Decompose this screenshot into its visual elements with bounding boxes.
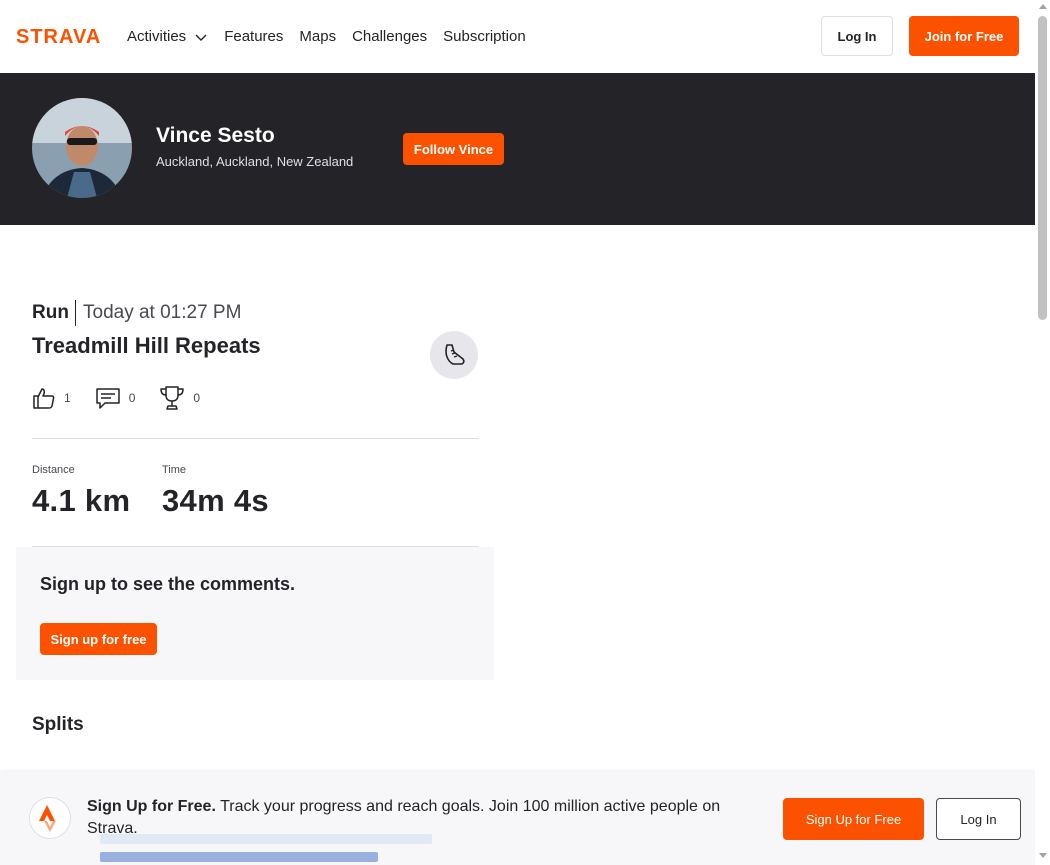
comments-signup-panel: Sign up to see the comments. Sign up for… bbox=[16, 547, 494, 680]
nav-item-activities[interactable]: Activities bbox=[127, 28, 208, 45]
divider bbox=[75, 300, 76, 326]
comments-button[interactable]: 0 bbox=[95, 386, 136, 410]
activity-type: Run bbox=[32, 302, 69, 323]
achievements-button[interactable]: 0 bbox=[159, 385, 200, 411]
nav-item-label: Features bbox=[224, 28, 284, 45]
banner-login-button[interactable]: Log In bbox=[936, 798, 1021, 840]
chevron-down-icon bbox=[195, 34, 207, 41]
join-for-free-button[interactable]: Join for Free bbox=[909, 16, 1019, 56]
athlete-banner: Vince Sesto Auckland, Auckland, New Zeal… bbox=[0, 73, 1035, 225]
splits-heading: Splits bbox=[32, 714, 84, 735]
sport-type-badge bbox=[430, 331, 478, 379]
comments-count: 0 bbox=[128, 391, 136, 405]
divider bbox=[32, 438, 479, 439]
svg-text:STRAVA: STRAVA bbox=[16, 26, 101, 46]
strava-chevron-icon bbox=[39, 805, 56, 832]
page-scrollbar[interactable] bbox=[1035, 0, 1050, 865]
activity-social-row: 1 0 0 bbox=[32, 384, 224, 412]
athlete-location: Auckland, Auckland, New Zealand bbox=[156, 154, 354, 169]
activity-title: Treadmill Hill Repeats bbox=[32, 333, 261, 358]
scroll-up-arrow-icon[interactable] bbox=[1039, 4, 1047, 9]
time-value: 34m 4s bbox=[162, 483, 269, 518]
trophy-icon bbox=[160, 386, 185, 410]
nav-item-label: Subscription bbox=[443, 28, 526, 45]
time-label: Time bbox=[162, 464, 187, 476]
running-shoe-icon bbox=[445, 344, 465, 365]
strava-logo[interactable]: STRAVA bbox=[16, 26, 112, 46]
distance-label: Distance bbox=[32, 464, 75, 476]
strava-icon bbox=[29, 797, 71, 839]
avatar[interactable] bbox=[32, 98, 132, 198]
nav-item-maps[interactable]: Maps bbox=[299, 28, 336, 45]
follow-button[interactable]: Follow Vince bbox=[403, 133, 504, 165]
activity-time: Today at 01:27 PM bbox=[83, 302, 242, 323]
sign-up-button[interactable]: Sign up for free bbox=[40, 623, 157, 655]
avatar-image bbox=[32, 98, 132, 198]
nav-item-label: Activities bbox=[127, 28, 187, 45]
nav-item-challenges[interactable]: Challenges bbox=[352, 28, 427, 45]
signup-banner: Sign Up for Free. Track your progress an… bbox=[0, 772, 1035, 865]
scroll-down-arrow-icon[interactable] bbox=[1039, 853, 1047, 858]
underlying-content bbox=[100, 852, 378, 862]
top-nav: STRAVA Activities Features Maps Challeng… bbox=[0, 0, 1035, 73]
thumbs-up-icon bbox=[33, 388, 55, 409]
athlete-name[interactable]: Vince Sesto bbox=[156, 124, 275, 148]
signup-banner-headline: Sign Up for Free. bbox=[87, 798, 216, 815]
banner-sign-up-button[interactable]: Sign Up for Free bbox=[783, 798, 924, 840]
comment-icon bbox=[95, 388, 120, 409]
nav-item-subscription[interactable]: Subscription bbox=[443, 28, 526, 45]
nav-item-features[interactable]: Features bbox=[224, 28, 283, 45]
kudos-button[interactable]: 1 bbox=[32, 386, 71, 410]
nav-item-label: Challenges bbox=[352, 28, 428, 45]
signup-banner-text: Sign Up for Free. Track your progress an… bbox=[87, 796, 757, 840]
nav-item-label: Maps bbox=[299, 28, 337, 45]
comments-signup-title: Sign up to see the comments. bbox=[40, 574, 296, 594]
nav-menu: Activities Features Maps Challenges Subs… bbox=[127, 0, 542, 73]
kudos-count: 1 bbox=[64, 391, 71, 405]
scrollbar-thumb[interactable] bbox=[1038, 16, 1047, 320]
distance-value: 4.1 km bbox=[32, 483, 131, 518]
achievements-count: 0 bbox=[193, 391, 201, 405]
login-button[interactable]: Log In bbox=[821, 16, 893, 56]
